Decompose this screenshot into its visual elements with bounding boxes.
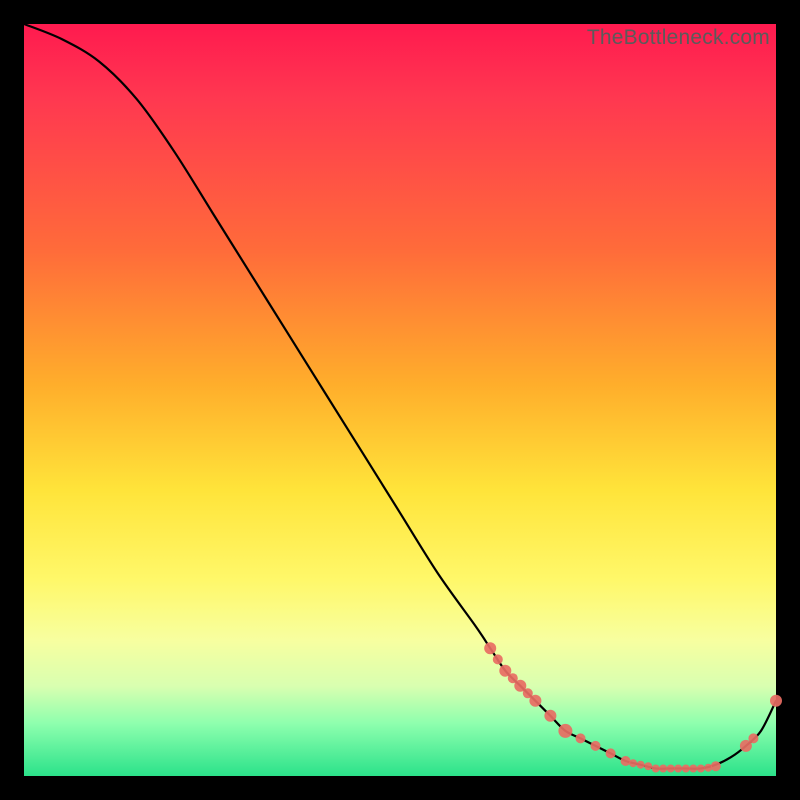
marker-point bbox=[637, 761, 645, 769]
plot-area: TheBottleneck.com bbox=[24, 24, 776, 776]
marker-point bbox=[558, 724, 572, 738]
marker-point bbox=[484, 642, 496, 654]
marker-point bbox=[529, 695, 541, 707]
marker-point bbox=[493, 654, 503, 664]
marker-point bbox=[748, 733, 758, 743]
marker-point bbox=[652, 765, 660, 773]
marker-point bbox=[629, 759, 637, 767]
marker-point bbox=[591, 741, 601, 751]
bottleneck-curve bbox=[24, 24, 776, 769]
marker-point bbox=[697, 765, 705, 773]
marker-point bbox=[674, 765, 682, 773]
marker-point bbox=[576, 733, 586, 743]
marker-point bbox=[711, 761, 721, 771]
marker-point bbox=[606, 748, 616, 758]
marker-point bbox=[770, 695, 782, 707]
marker-point bbox=[667, 765, 675, 773]
chart-svg bbox=[24, 24, 776, 776]
marker-point bbox=[644, 762, 652, 770]
marker-point bbox=[621, 756, 631, 766]
marker-point bbox=[659, 765, 667, 773]
marker-point bbox=[682, 765, 690, 773]
chart-frame: TheBottleneck.com bbox=[0, 0, 800, 800]
marker-point bbox=[544, 710, 556, 722]
marker-point bbox=[689, 765, 697, 773]
